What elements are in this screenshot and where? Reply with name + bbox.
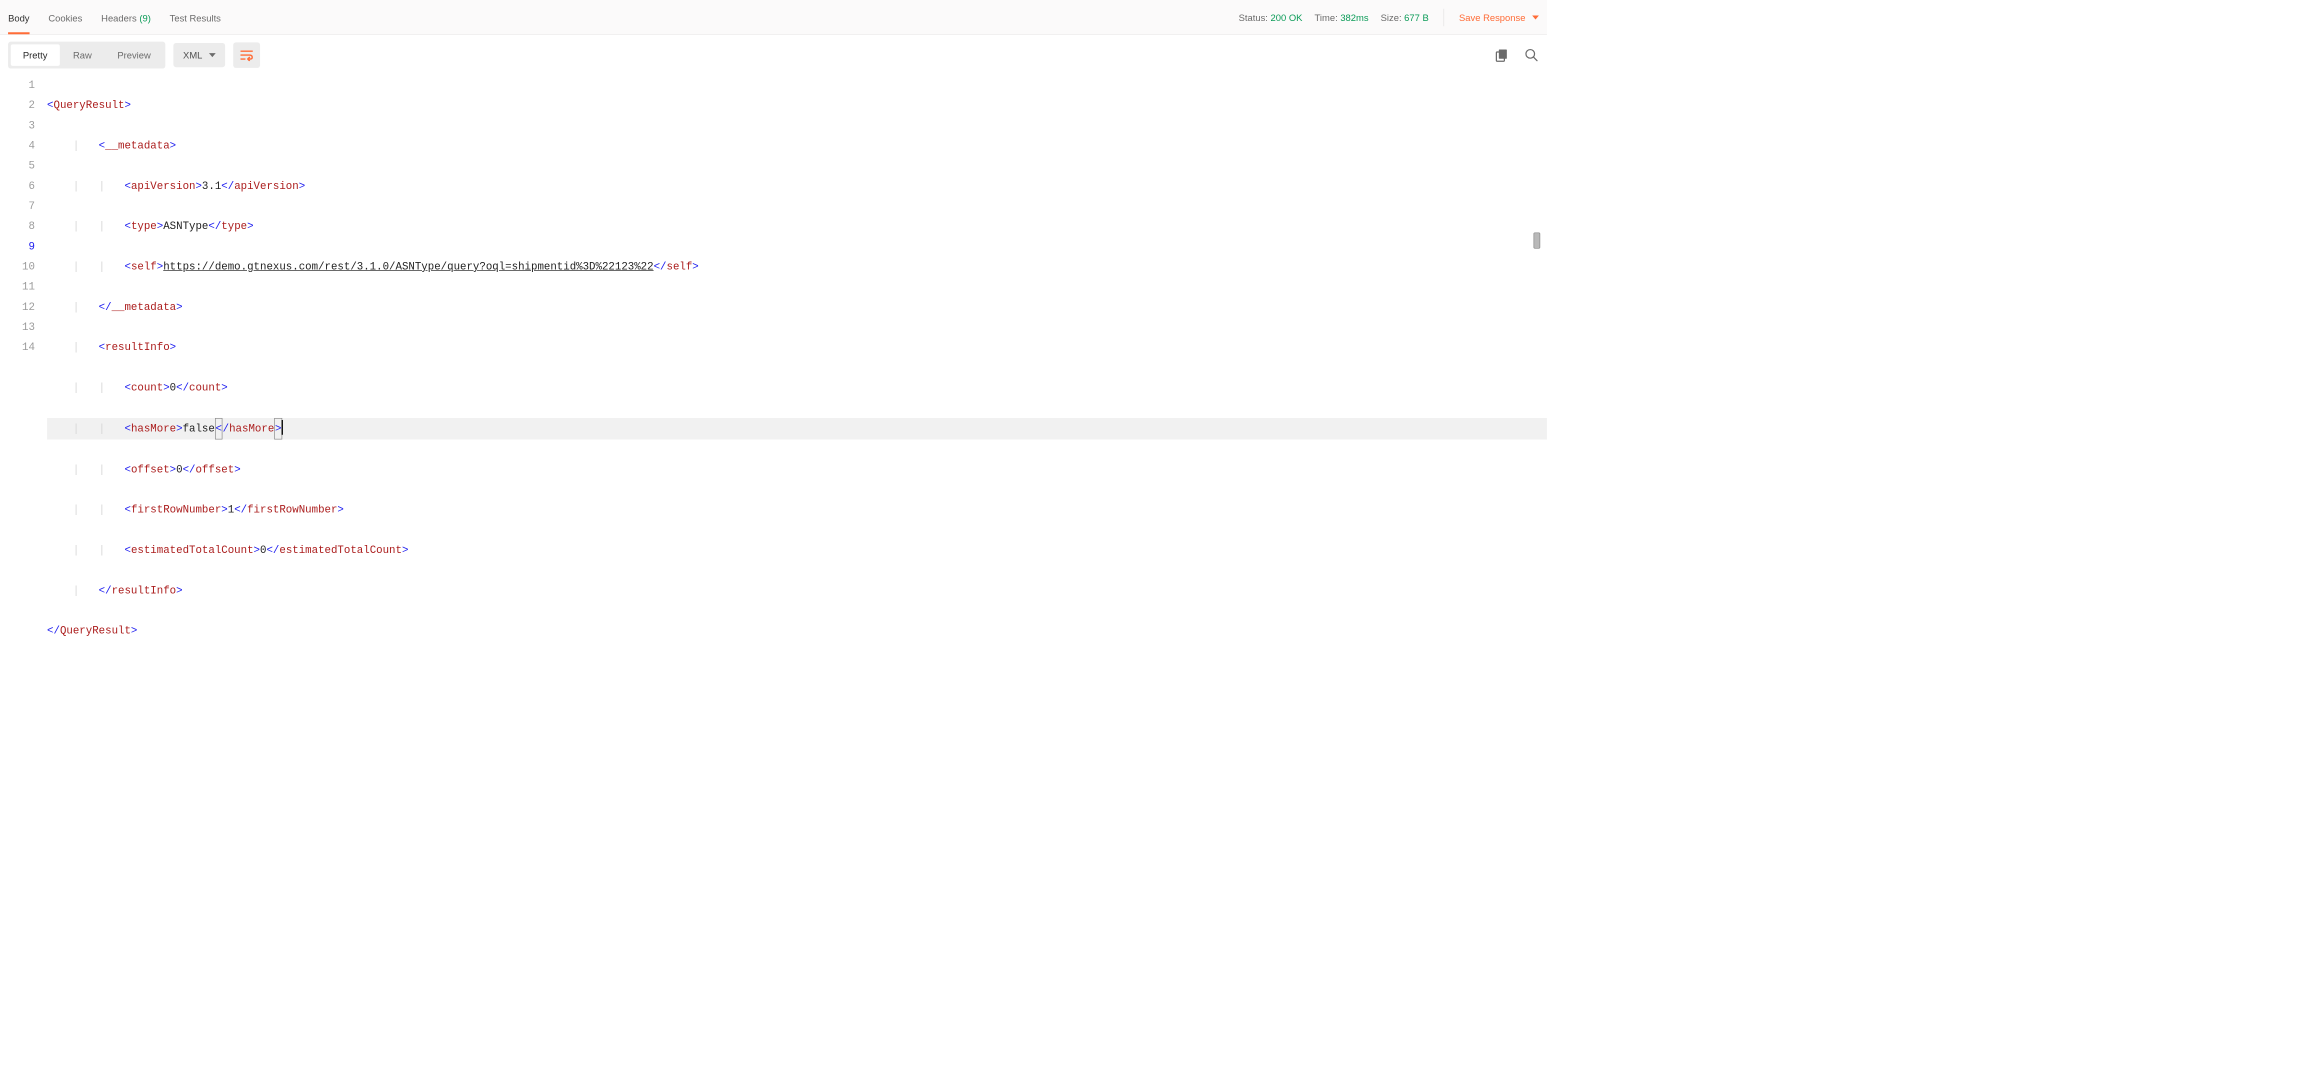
- xml-tag: type: [131, 220, 157, 232]
- size-label: Size:: [1381, 12, 1402, 23]
- line-number[interactable]: 1: [0, 75, 35, 95]
- xml-tag: QueryResult: [53, 99, 124, 111]
- xml-tag: offset: [195, 464, 234, 476]
- line-number[interactable]: 4: [0, 136, 35, 156]
- line-number[interactable]: 11: [0, 277, 35, 297]
- size-value: 677 B: [1404, 12, 1429, 23]
- xml-tag: self: [131, 261, 157, 273]
- line-number[interactable]: 12: [0, 297, 35, 317]
- scrollbar-thumb[interactable]: [1534, 233, 1541, 249]
- xml-tag: offset: [131, 464, 170, 476]
- line-number[interactable]: 7: [0, 196, 35, 216]
- response-stats: Status: 200 OK Time: 382ms Size: 677 B S…: [1239, 8, 1539, 25]
- line-number[interactable]: 13: [0, 317, 35, 337]
- xml-tag: apiVersion: [131, 180, 196, 192]
- wrap-icon: [240, 49, 253, 61]
- tab-test-results[interactable]: Test Results: [170, 3, 221, 31]
- search-icon[interactable]: [1524, 48, 1539, 63]
- line-number[interactable]: 14: [0, 337, 35, 357]
- xml-tag: firstRowNumber: [131, 504, 221, 516]
- tab-body[interactable]: Body: [8, 3, 29, 31]
- view-pretty-button[interactable]: Pretty: [11, 44, 60, 66]
- size-stat: Size: 677 B: [1381, 12, 1429, 23]
- xml-tag: count: [189, 382, 221, 394]
- xml-tag: apiVersion: [234, 180, 299, 192]
- xml-link-value[interactable]: https://demo.gtnexus.com/rest/3.1.0/ASNT…: [163, 261, 653, 273]
- xml-value: false: [183, 423, 215, 435]
- xml-tag: type: [221, 220, 247, 232]
- tab-headers[interactable]: Headers (9): [101, 3, 151, 31]
- code-view[interactable]: <QueryResult> | <__metadata> | | <apiVer…: [47, 75, 1547, 701]
- language-label: XML: [183, 50, 202, 61]
- view-mode-group: Pretty Raw Preview: [8, 42, 166, 69]
- xml-tag: hasMore: [131, 423, 176, 435]
- time-label: Time:: [1315, 12, 1338, 23]
- response-header: Body Cookies Headers (9) Test Results St…: [0, 0, 1547, 35]
- status-stat: Status: 200 OK: [1239, 12, 1303, 23]
- xml-tag: resultInfo: [105, 341, 170, 353]
- time-stat: Time: 382ms: [1315, 12, 1369, 23]
- xml-tag: __metadata: [105, 140, 170, 152]
- line-number[interactable]: 5: [0, 156, 35, 176]
- response-toolbar: Pretty Raw Preview XML: [0, 35, 1547, 75]
- xml-value: 3.1: [202, 180, 221, 192]
- xml-tag: count: [131, 382, 163, 394]
- line-gutter: 1 2 3 4 5 6 7 8 9 10 11 12 13 14: [0, 75, 47, 701]
- line-number[interactable]: 3: [0, 116, 35, 136]
- time-value: 382ms: [1340, 12, 1368, 23]
- line-number[interactable]: 6: [0, 176, 35, 196]
- language-dropdown[interactable]: XML: [174, 43, 226, 67]
- xml-tag: estimatedTotalCount: [131, 544, 254, 556]
- tab-cookies[interactable]: Cookies: [48, 3, 82, 31]
- xml-tag: QueryResult: [60, 625, 131, 637]
- chevron-down-icon: [1532, 15, 1539, 19]
- line-number[interactable]: 8: [0, 216, 35, 236]
- divider: [1444, 8, 1445, 25]
- response-tabs: Body Cookies Headers (9) Test Results: [8, 3, 221, 31]
- xml-tag: __metadata: [112, 301, 177, 313]
- save-response-label: Save Response: [1459, 12, 1525, 23]
- xml-value: ASNType: [163, 220, 208, 232]
- chevron-down-icon: [209, 53, 216, 57]
- xml-tag: firstRowNumber: [247, 504, 337, 516]
- status-value: 200 OK: [1271, 12, 1303, 23]
- toolbar-right: [1495, 48, 1539, 63]
- tab-headers-label: Headers: [101, 12, 137, 23]
- xml-tag: estimatedTotalCount: [279, 544, 402, 556]
- save-response-button[interactable]: Save Response: [1459, 12, 1539, 23]
- status-label: Status:: [1239, 12, 1268, 23]
- wrap-lines-button[interactable]: [233, 42, 260, 68]
- xml-tag: self: [666, 261, 692, 273]
- response-body: 1 2 3 4 5 6 7 8 9 10 11 12 13 14 <QueryR…: [0, 75, 1547, 721]
- xml-tag: hasMore: [229, 423, 274, 435]
- text-caret: [281, 420, 282, 435]
- view-preview-button[interactable]: Preview: [105, 44, 163, 66]
- view-raw-button[interactable]: Raw: [61, 44, 104, 66]
- line-number[interactable]: 2: [0, 95, 35, 115]
- xml-tag: resultInfo: [112, 585, 177, 597]
- tab-headers-count: (9): [139, 12, 151, 23]
- copy-icon[interactable]: [1495, 48, 1510, 63]
- line-number[interactable]: 10: [0, 257, 35, 277]
- line-number[interactable]: 9: [0, 237, 35, 257]
